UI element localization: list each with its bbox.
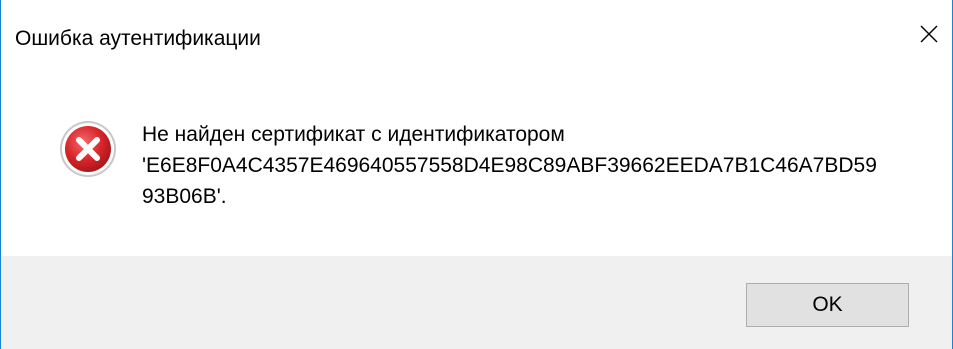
button-bar: OK (1, 256, 952, 349)
title-bar: Ошибка аутентификации (1, 0, 952, 78)
close-button[interactable] (906, 14, 952, 54)
error-message: Не найден сертификат с идентификатором '… (142, 119, 902, 212)
error-icon (60, 121, 116, 177)
dialog-content: Не найден сертификат с идентификатором '… (1, 78, 952, 256)
message-line: 'E6E8F0A4C4357E469640557558D4E98C89ABF39… (142, 154, 877, 177)
error-dialog: Ошибка аутентификации Не найден сертифик… (0, 0, 953, 349)
message-line: 93B06B'. (142, 185, 227, 208)
close-icon (920, 25, 938, 43)
dialog-title: Ошибка аутентификации (15, 27, 261, 50)
ok-button[interactable]: OK (746, 283, 909, 327)
message-line: Не найден сертификат с идентификатором (142, 123, 565, 146)
